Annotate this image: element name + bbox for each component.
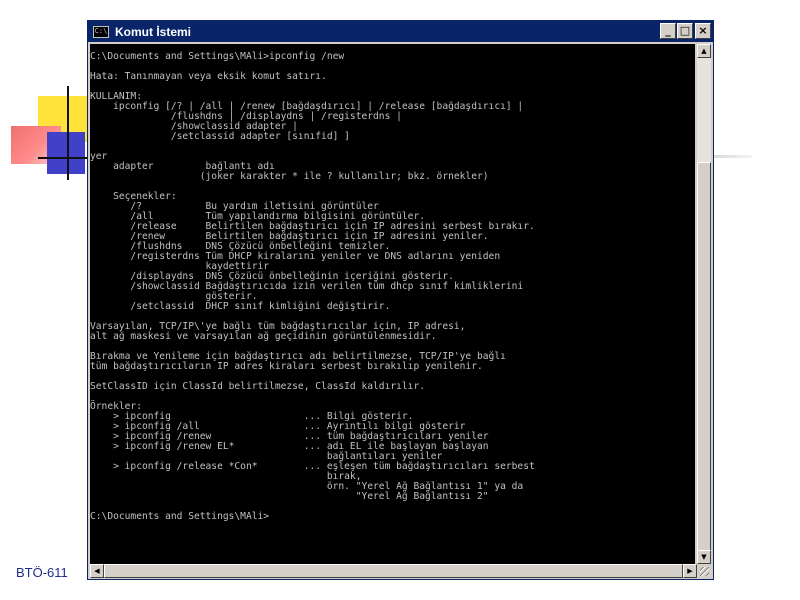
console-text[interactable]: C:\Documents and Settings\MAli>ipconfig … bbox=[90, 44, 695, 522]
scroll-left-icon[interactable]: ◀ bbox=[90, 564, 104, 578]
scroll-up-icon[interactable]: ▲ bbox=[697, 44, 711, 58]
horizontal-scrollbar[interactable]: ◀ ▶ bbox=[90, 564, 697, 578]
vertical-scroll-thumb[interactable] bbox=[697, 162, 711, 560]
window-title: Komut İstemi bbox=[115, 24, 192, 39]
minimize-button[interactable]: _ bbox=[660, 23, 676, 39]
scroll-down-icon[interactable]: ▼ bbox=[697, 550, 711, 564]
resize-grip-icon[interactable] bbox=[697, 564, 711, 578]
decorative-vertical-line bbox=[67, 86, 69, 180]
vertical-scrollbar[interactable]: ▲ ▼ bbox=[697, 44, 711, 564]
window-controls: _ □ × bbox=[659, 23, 711, 39]
maximize-button[interactable]: □ bbox=[677, 23, 693, 39]
close-button[interactable]: × bbox=[695, 23, 711, 39]
decorative-blue-square bbox=[47, 132, 85, 174]
horizontal-scroll-thumb[interactable] bbox=[104, 564, 683, 578]
decorative-slide-rule bbox=[712, 155, 752, 158]
window-titlebar[interactable]: C:\ Komut İstemi _ □ × bbox=[88, 21, 713, 42]
scroll-right-icon[interactable]: ▶ bbox=[683, 564, 697, 578]
command-prompt-window[interactable]: C:\ Komut İstemi _ □ × C:\Documents and … bbox=[87, 20, 714, 580]
slide-footer-label: BTÖ-611 bbox=[16, 565, 68, 580]
presentation-slide: C:\ Komut İstemi _ □ × C:\Documents and … bbox=[0, 0, 800, 600]
console-output-area[interactable]: C:\Documents and Settings\MAli>ipconfig … bbox=[90, 44, 695, 564]
decorative-horizontal-line bbox=[38, 157, 90, 159]
console-icon[interactable]: C:\ bbox=[93, 25, 109, 38]
